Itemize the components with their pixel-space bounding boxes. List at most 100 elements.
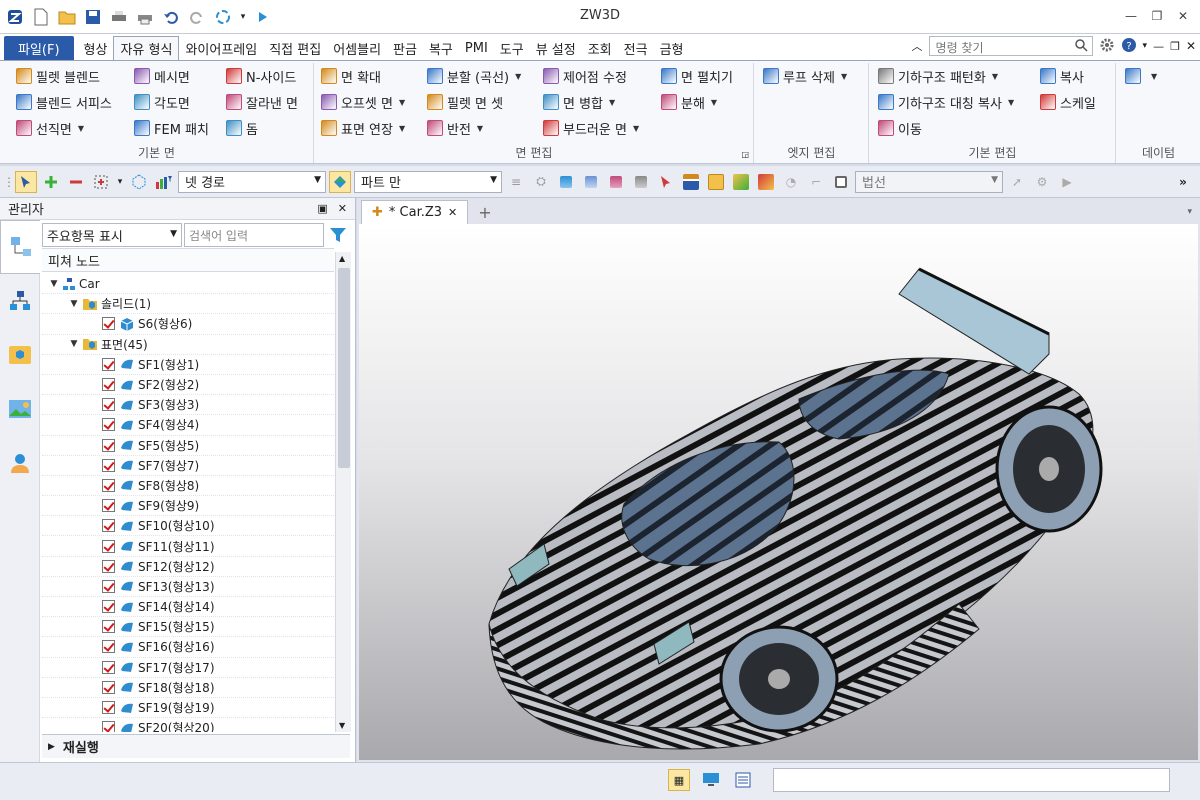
visibility-checkbox[interactable] [102,378,115,392]
assembly-tab-icon[interactable] [0,274,40,328]
part-mode-icon[interactable] [329,170,351,193]
visibility-checkbox[interactable] [102,519,115,533]
search-icon[interactable] [1074,39,1088,55]
tree-node[interactable]: SF1(형상1) [42,355,334,375]
pick-select-icon[interactable] [15,170,37,193]
select-faces-icon[interactable] [555,171,577,193]
scroll-down-icon[interactable]: ▼ [339,721,345,730]
visibility-checkbox[interactable] [102,478,115,492]
ribbon-button[interactable]: 기하구조 대칭 복사 ▼ [878,91,1014,113]
ribbon-button[interactable]: ▼ [1125,65,1157,87]
tree-node[interactable]: SF19(형상19) [42,698,334,719]
menu-tab[interactable]: 복구 [423,36,459,60]
close-icon[interactable]: ✕ [1172,6,1194,26]
menu-tab[interactable]: PMI [459,36,494,60]
ribbon-button[interactable]: 기하구조 패턴화 ▼ [878,65,1014,87]
list-view-icon[interactable] [732,769,754,791]
restore-icon[interactable]: ❐ [1146,6,1168,26]
tree-node[interactable]: SF12(형상12) [42,557,334,577]
tree-node[interactable]: SF5(형상5) [42,436,334,456]
menu-tab[interactable]: 금형 [654,36,690,60]
tree-node[interactable]: SF4(형상4) [42,415,334,436]
visibility-checkbox[interactable] [102,357,115,371]
tree-node[interactable]: SF3(형상3) [42,395,334,416]
ribbon-button[interactable]: 각도면 [134,91,209,113]
ribbon-button[interactable]: 복사 [1040,65,1096,87]
visibility-checkbox[interactable] [102,600,115,614]
car-model[interactable] [359,224,1198,760]
normal-combo[interactable]: 법선 ▼ [855,170,1003,193]
new-tab-icon[interactable]: + [468,200,501,224]
filter-combo[interactable]: 넷 경로 ▼ [178,170,326,193]
pointer-icon[interactable]: ➚ [1006,171,1028,193]
ribbon-button[interactable]: 이동 [878,117,1014,139]
visibility-checkbox[interactable] [102,317,115,331]
select-edges-icon[interactable] [580,171,602,193]
add-icon[interactable] [40,171,62,193]
chevron-down-icon[interactable]: ▼ [399,124,405,133]
ribbon-button[interactable]: 면 병합 ▼ [543,91,639,113]
visibility-checkbox[interactable] [102,458,115,472]
ribbon-button[interactable]: 루프 삭제 ▼ [763,65,847,87]
tree-node[interactable]: ▼ 표면(45) [42,335,334,355]
chevron-down-icon[interactable]: ▼ [399,98,405,107]
ribbon-button[interactable]: 필렛 면 셋 [427,91,521,113]
tree-node[interactable]: SF20(형상20) [42,718,334,732]
part-scope-combo[interactable]: 파트 만 ▼ [354,170,502,193]
visibility-checkbox[interactable] [102,499,115,513]
select-point-icon[interactable] [655,171,677,193]
layer-manager-icon[interactable] [680,171,702,193]
tree-node[interactable]: SF9(형상9) [42,496,334,517]
panel-close-icon[interactable]: ✕ [338,202,347,215]
settings-gear-icon[interactable] [1099,37,1115,56]
tab-list-dropdown-icon[interactable]: ▾ [1187,200,1200,224]
ribbon-button[interactable]: 표면 연장 ▼ [321,117,405,139]
menu-tab[interactable]: 판금 [387,36,423,60]
tree-node[interactable]: SF11(형상11) [42,536,334,557]
menu-tab[interactable]: 자유 형식 [113,36,180,60]
ribbon-button[interactable]: 면 확대 [321,65,405,87]
ribbon-button[interactable]: 제어점 수정 [543,65,639,87]
visibility-checkbox[interactable] [102,418,115,432]
visibility-checkbox[interactable] [102,660,115,674]
ribbon-button[interactable]: 스케일 [1040,91,1096,113]
help-icon[interactable]: ? [1121,37,1137,56]
ribbon-button[interactable]: 반전 ▼ [427,117,521,139]
history-tree-tab-icon[interactable] [0,220,40,274]
doc-view-icon[interactable]: ▦ [668,769,690,791]
ribbon-button[interactable]: 필렛 블렌드 [16,65,112,87]
chevron-down-icon[interactable]: ▼ [477,124,483,133]
filter-funnel-icon[interactable] [326,223,350,247]
ribbon-button[interactable]: 선직면 ▼ [16,117,112,139]
tree-node[interactable]: SF8(형상8) [42,476,334,497]
visibility-checkbox[interactable] [102,398,115,412]
select-curves-icon[interactable] [630,171,652,193]
ribbon-button[interactable]: 블렌드 서피스 [16,91,112,113]
ribbon-button[interactable]: 오프셋 면 ▼ [321,91,405,113]
render-icon[interactable] [755,171,777,193]
remove-icon[interactable] [65,171,87,193]
tab-close-icon[interactable]: ✕ [448,206,457,219]
visibility-checkbox[interactable] [102,701,115,715]
menu-tab[interactable]: 뷰 설정 [530,36,582,60]
scrollbar-thumb[interactable] [338,268,350,468]
menu-tab[interactable]: 와이어프레임 [179,36,263,60]
chevron-down-icon[interactable]: ▼ [992,72,998,81]
filter-type-icon[interactable] [153,171,175,193]
menu-tab[interactable]: 형상 [78,36,114,60]
image-library-tab-icon[interactable] [0,382,40,436]
display-icon[interactable] [700,769,722,791]
help-dropdown-icon[interactable]: ▾ [1143,41,1148,51]
menu-tab[interactable]: 어셈블리 [327,36,387,60]
stamp-icon[interactable]: ⛭ [530,171,552,193]
panel-float-icon[interactable]: ▣ [317,202,327,215]
scroll-up-icon[interactable]: ▲ [339,254,345,263]
rollback-icon[interactable]: ⌐ [805,171,827,193]
tree-node[interactable]: SF2(형상2) [42,375,334,396]
chevron-down-icon[interactable]: ▼ [515,72,521,81]
tree-node[interactable]: ▼ 솔리드(1) [42,294,334,315]
ribbon-button[interactable]: 잘라낸 면 [226,91,298,113]
chevron-down-icon[interactable]: ▼ [1151,72,1157,81]
doc-close-icon[interactable]: ✕ [1186,39,1196,53]
visibility-checkbox[interactable] [102,438,115,452]
